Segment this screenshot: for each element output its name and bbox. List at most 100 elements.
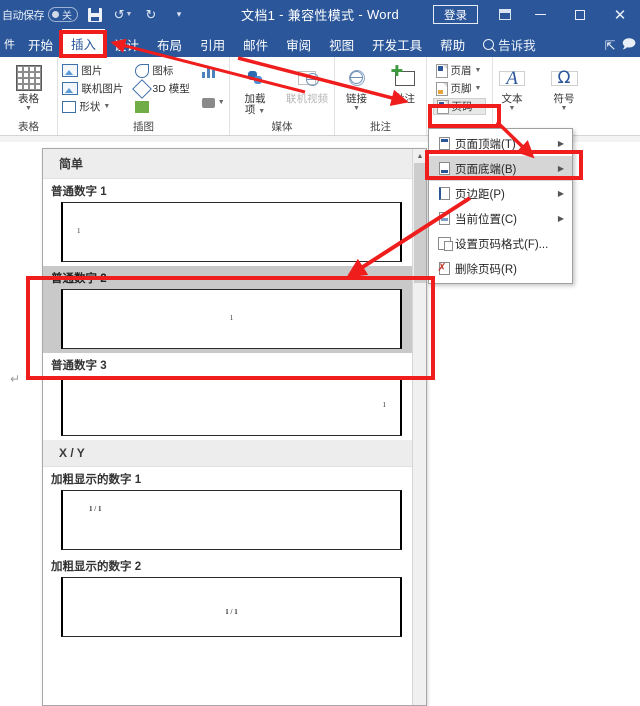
screenshot-button[interactable]: ▼	[199, 94, 228, 111]
shapes-button[interactable]: 形状 ▼	[59, 98, 126, 115]
online-video-icon	[298, 63, 319, 93]
tab-insert[interactable]: 插入	[62, 29, 106, 57]
tab-developer[interactable]: 开发工具	[363, 31, 431, 57]
menu-current-position[interactable]: 当前位置(C) ▶	[429, 206, 572, 231]
gallery-item-bold-number-1[interactable]: 加粗显示的数字 1 1 / 1	[43, 467, 412, 554]
gallery-item-plain-number-1[interactable]: 普通数字 1 1	[43, 179, 412, 266]
pictures-label: 图片	[81, 65, 103, 77]
chevron-right-icon: ▶	[557, 189, 564, 198]
footer-button[interactable]: 页脚 ▼	[433, 80, 487, 97]
menu-format-page-numbers[interactable]: 设置页码格式(F)...	[429, 231, 572, 256]
preview-page-number: 1	[77, 227, 81, 235]
chevron-down-icon[interactable]: ▼	[218, 99, 225, 106]
chevron-down-icon[interactable]: ▼	[103, 103, 110, 110]
maximize-button[interactable]	[560, 0, 600, 29]
online-picture-icon	[62, 82, 79, 95]
tab-help[interactable]: 帮助	[431, 31, 474, 57]
group-label-comments: 批注	[370, 121, 391, 133]
comment-label: 批注	[394, 93, 415, 105]
pictures-button[interactable]: 图片	[59, 62, 126, 79]
page-number-button[interactable]: 页码 ▼	[432, 98, 487, 115]
tab-layout[interactable]: 布局	[148, 31, 191, 57]
menu-page-top[interactable]: 页面顶端(T) ▶	[429, 131, 572, 156]
chevron-down-icon[interactable]: ▼	[125, 11, 132, 18]
chevron-down-icon[interactable]: ▼	[258, 108, 265, 115]
group-label-tables: 表格	[18, 121, 39, 133]
customize-quick-access-button[interactable]: ▾	[168, 4, 190, 26]
comments-icon[interactable]: 🗩	[622, 35, 636, 57]
title-bar-right: 登录 ✕	[433, 0, 640, 29]
chevron-down-icon[interactable]: ▼	[25, 105, 32, 112]
gallery-item-plain-number-2[interactable]: 普通数字 2 1	[43, 266, 412, 353]
tab-references[interactable]: 引用	[191, 31, 234, 57]
gallery-item-bold-number-2[interactable]: 加粗显示的数字 2 1 / 1	[43, 554, 412, 641]
symbol-button[interactable]: Ω 符号 ▼	[543, 61, 585, 112]
ribbon-display-options-button[interactable]	[490, 0, 520, 29]
scroll-up-arrow-icon[interactable]: ▲	[413, 149, 426, 163]
redo-button[interactable]: ↻	[140, 4, 162, 26]
symbol-label: 符号	[553, 93, 575, 105]
link-button[interactable]: 链接 ▼	[336, 61, 378, 112]
autosave-control[interactable]: 自动保存 关	[2, 7, 78, 23]
menu-remove-page-numbers-label: 删除页码(R)	[455, 263, 517, 276]
chevron-down-icon[interactable]: ▼	[509, 105, 516, 112]
sign-in-button[interactable]: 登录	[433, 5, 478, 24]
tab-design[interactable]: 设计	[105, 31, 148, 57]
online-video-label: 联机视频	[286, 93, 328, 105]
current-position-icon	[433, 212, 455, 225]
menu-current-position-label: 当前位置(C)	[455, 213, 517, 226]
undo-button[interactable]: ↺ ▼	[112, 4, 134, 26]
new-comment-icon: ✚	[391, 63, 415, 93]
chevron-down-icon[interactable]: ▼	[475, 67, 482, 74]
preview-page-number: 1	[229, 314, 234, 322]
header-button[interactable]: 页眉 ▼	[433, 62, 487, 79]
gallery-scrollbar[interactable]: ▲	[412, 149, 426, 705]
file-tab[interactable]: 件	[0, 31, 19, 57]
format-page-number-icon	[433, 237, 455, 251]
gallery-item-plain-number-3[interactable]: 普通数字 3 1	[43, 353, 412, 440]
save-icon	[88, 7, 102, 22]
model3d-button[interactable]: 3D 模型	[132, 78, 192, 99]
addins-label-2-text: 项	[244, 104, 256, 116]
shapes-label: 形状	[79, 101, 101, 113]
chevron-down-icon[interactable]: ▼	[476, 103, 483, 110]
share-icon[interactable]: ⇱	[605, 38, 616, 54]
autosave-toggle[interactable]: 关	[48, 7, 78, 22]
save-button[interactable]	[84, 4, 106, 26]
icons-button[interactable]: 图标	[132, 62, 192, 79]
close-button[interactable]: ✕	[600, 0, 640, 29]
illustrations-col-3: ▼	[199, 61, 228, 111]
redo-icon: ↻	[145, 6, 157, 22]
maximize-icon	[575, 9, 585, 20]
page-number-gallery[interactable]: 简单 普通数字 1 1 普通数字 2 1 普通数字 3 1 X / Y 加粗显示…	[42, 148, 427, 706]
smartart-button[interactable]	[132, 98, 192, 115]
tell-me-box[interactable]: 告诉我	[474, 31, 545, 57]
menu-page-top-label: 页面顶端(T)	[455, 138, 516, 151]
chevron-down-icon[interactable]: ▼	[475, 85, 482, 92]
page-bottom-icon	[433, 162, 455, 175]
title-separator-1: -	[279, 7, 284, 22]
gallery-item-label: 加粗显示的数字 1	[51, 474, 142, 486]
tab-view[interactable]: 视图	[320, 31, 363, 57]
ribbon-tab-strip: 件 开始 插入 设计 布局 引用 邮件 审阅 视图 开发工具 帮助 告诉我 ⇱ …	[0, 29, 640, 57]
menu-remove-page-numbers[interactable]: ✗ 删除页码(R)	[429, 256, 572, 281]
chevron-down-icon[interactable]: ▼	[353, 105, 360, 112]
scrollbar-thumb[interactable]	[414, 163, 426, 283]
text-button[interactable]: A 文本 ▼	[491, 61, 533, 112]
page-number-dropdown-menu[interactable]: 页面顶端(T) ▶ 页面底端(B) ▶ 页边距(P) ▶ 当前位置(C) ▶ 设…	[428, 128, 573, 284]
gallery-item-label: 普通数字 1	[51, 186, 107, 198]
tab-home[interactable]: 开始	[19, 31, 62, 57]
omega-symbol-icon: Ω	[550, 63, 578, 93]
addins-button[interactable]: 加载 项 ▼	[234, 61, 276, 116]
table-button[interactable]: 表格 ▼	[8, 61, 50, 112]
tab-review[interactable]: 审阅	[277, 31, 320, 57]
comment-button[interactable]: ✚ 批注	[384, 61, 426, 105]
chart-button[interactable]	[199, 62, 228, 79]
tab-mailings[interactable]: 邮件	[234, 31, 277, 57]
minimize-button[interactable]	[520, 0, 560, 29]
online-pictures-button[interactable]: 联机图片	[59, 80, 126, 97]
menu-page-bottom[interactable]: 页面底端(B) ▶	[429, 156, 572, 181]
chevron-down-icon[interactable]: ▼	[561, 105, 568, 112]
page-number-icon	[436, 99, 449, 114]
menu-page-margins[interactable]: 页边距(P) ▶	[429, 181, 572, 206]
